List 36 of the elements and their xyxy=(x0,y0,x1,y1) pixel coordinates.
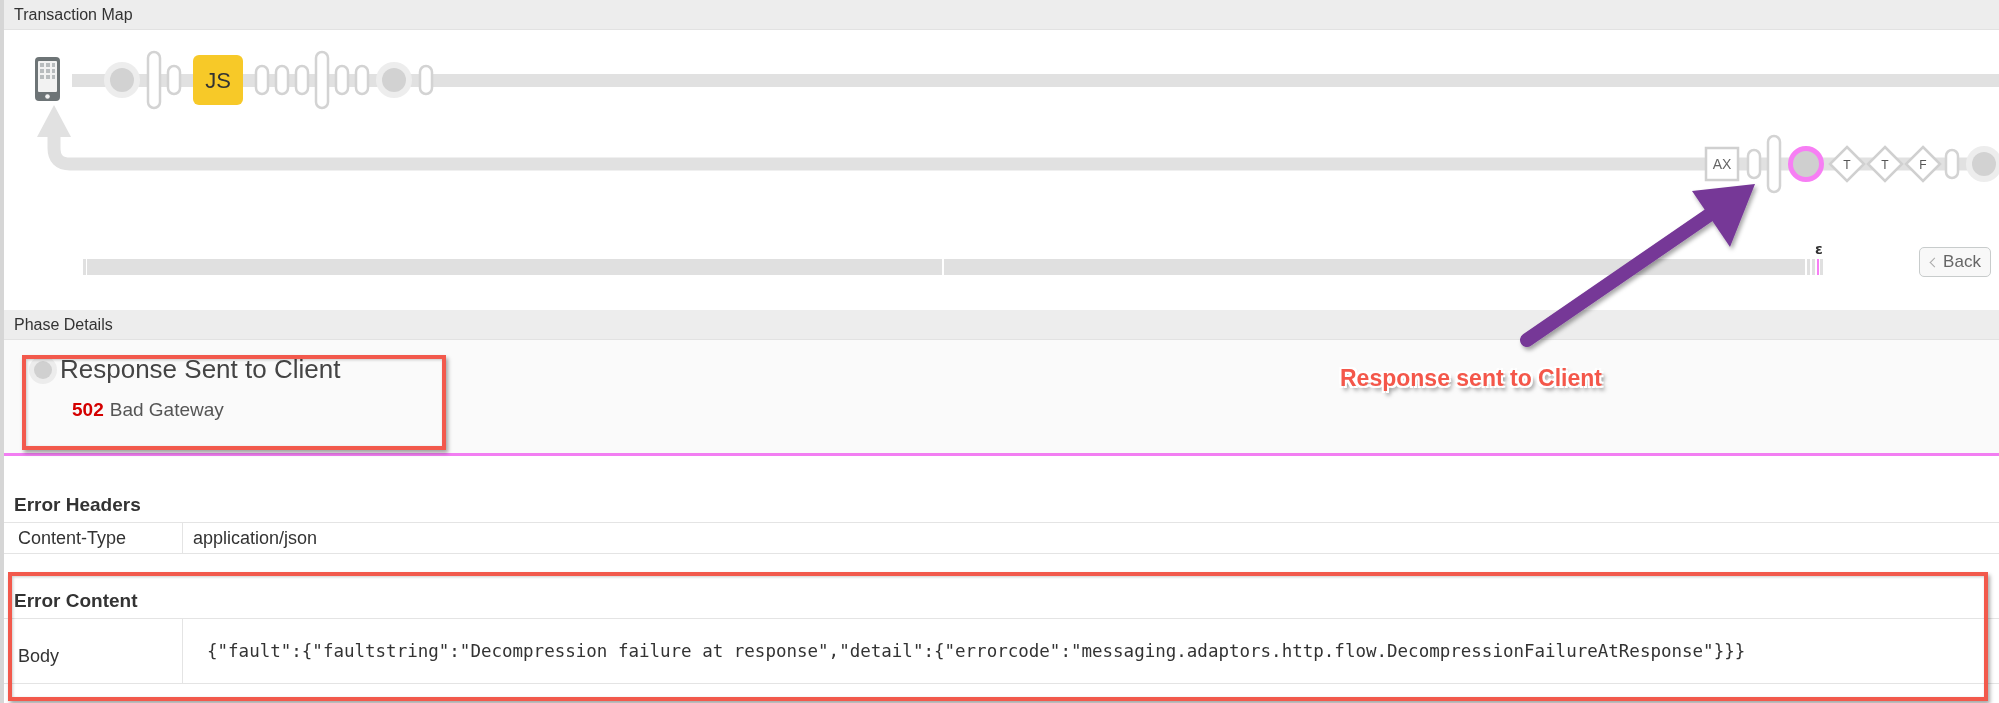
back-button[interactable]: Back xyxy=(1919,247,1991,277)
table-cell: Body xyxy=(4,619,183,683)
phase-name: Response Sent to Client xyxy=(60,354,341,385)
condition-node[interactable]: T xyxy=(1866,145,1904,183)
step-node[interactable] xyxy=(254,64,270,96)
script-node[interactable]: JS xyxy=(193,55,243,105)
condition-node[interactable]: T xyxy=(1828,145,1866,183)
section-title: Transaction Map xyxy=(14,5,133,24)
phone-icon xyxy=(35,57,60,101)
step-node[interactable] xyxy=(1746,148,1762,180)
step-node[interactable] xyxy=(1766,134,1782,194)
section-title: Error Headers xyxy=(13,494,142,517)
step-node[interactable] xyxy=(354,64,370,96)
step-node[interactable] xyxy=(166,64,182,96)
table-cell-text: {"fault":{"faultstring":"Decompression failure at response","detail":{"errorcode":"messaging.adaptors.http.flow.DecompressionFailureAtResponse"}}} xyxy=(206,640,1746,663)
phase-node[interactable] xyxy=(1966,146,1999,182)
phase-node[interactable] xyxy=(104,62,140,98)
step-node[interactable] xyxy=(274,64,290,96)
step-node[interactable] xyxy=(1944,148,1960,180)
phase-node[interactable] xyxy=(1788,146,1824,182)
step-node[interactable] xyxy=(314,50,330,110)
table-cell: Content-Type xyxy=(4,523,183,553)
step-node[interactable] xyxy=(418,64,434,96)
section-title: Phase Details xyxy=(14,315,113,334)
step-node[interactable] xyxy=(294,64,310,96)
status-text: Bad Gateway xyxy=(109,399,224,421)
phase-node[interactable] xyxy=(376,62,412,98)
condition-node[interactable]: F xyxy=(1904,145,1942,183)
section-title: Error Content xyxy=(13,590,139,613)
table-cell-text: application/json xyxy=(192,526,318,550)
policy-node[interactable]: AX xyxy=(1704,146,1740,182)
step-node[interactable] xyxy=(146,50,162,110)
callout-label: Response sent to Client xyxy=(1340,365,1602,392)
step-node[interactable] xyxy=(334,64,350,96)
status-code: 502 xyxy=(72,399,104,421)
timeline-marker: ε xyxy=(1815,241,1823,257)
